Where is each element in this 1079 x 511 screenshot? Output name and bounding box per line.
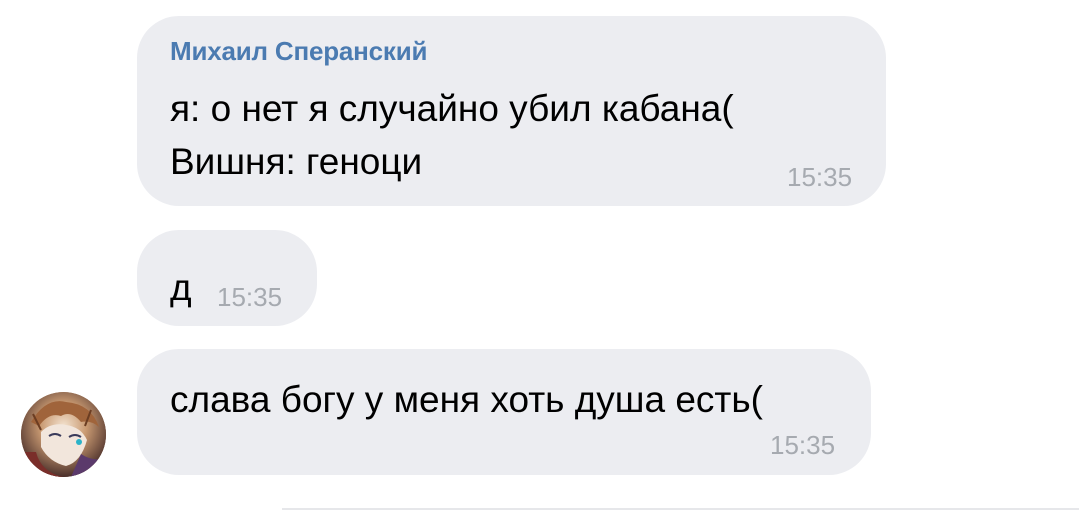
- message-text: слава богу у меня хоть душа есть(: [170, 379, 763, 420]
- message-timestamp: 15:35: [787, 162, 853, 192]
- message-bubble[interactable]: д 15:35: [137, 230, 317, 326]
- message-bubble[interactable]: Михаил Сперанский я: о нет я случайно уб…: [137, 16, 886, 206]
- message-text: я: о нет я случайно убил кабана(: [170, 88, 734, 129]
- user-avatar[interactable]: [21, 392, 106, 477]
- message-bubble[interactable]: слава богу у меня хоть душа есть( 15:35: [137, 349, 871, 475]
- avatar-image-icon: [21, 392, 106, 477]
- message-timestamp: 15:35: [770, 430, 836, 460]
- sender-name[interactable]: Михаил Сперанский: [170, 36, 428, 67]
- divider: [282, 508, 1079, 510]
- message-text: Вишня: геноци: [170, 141, 423, 182]
- message-text: д: [170, 267, 192, 308]
- message-timestamp: 15:35: [217, 282, 283, 312]
- chat-area: Михаил Сперанский я: о нет я случайно уб…: [0, 0, 1079, 511]
